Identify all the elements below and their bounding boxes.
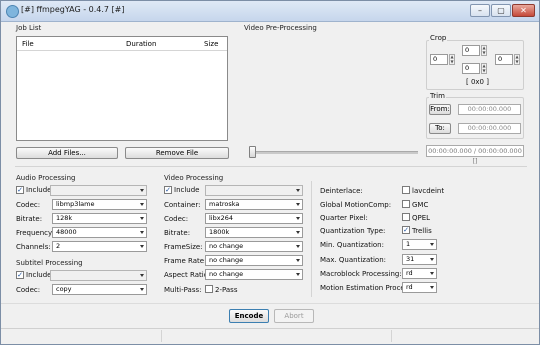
trellis-checkbox[interactable]: ✓ <box>402 226 410 234</box>
trim-to-field[interactable]: 00:00:00.000 <box>458 123 521 134</box>
macroblock-processing-combo[interactable]: rd <box>402 268 437 279</box>
audio-channels-label: Channels: <box>16 243 51 251</box>
video-include-label: Include <box>174 186 200 194</box>
global-motioncomp-label: Global MotionComp: <box>320 201 392 209</box>
video-pre-processing-group-label: Video Pre-Processing <box>244 24 317 32</box>
app-icon <box>6 5 19 18</box>
status-bar-sep-2 <box>391 330 392 342</box>
subtitle-include-combo[interactable] <box>50 270 147 281</box>
advanced-divider <box>311 181 312 297</box>
app-window: [#] ffmpegYAG - 0.4.7 [#] – ▢ ✕ Job List… <box>0 0 540 345</box>
crop-bottom-input[interactable]: 0 <box>462 63 480 74</box>
video-aspect-ratio-label: Aspect Ratio: <box>164 271 211 279</box>
trim-to-button[interactable]: To: <box>429 123 451 134</box>
audio-processing-group-label: Audio Processing <box>16 174 76 182</box>
close-button[interactable]: ✕ <box>512 4 535 17</box>
job-list-group-label: Job List <box>16 24 42 32</box>
audio-codec-combo[interactable]: libmp3lame <box>52 199 147 210</box>
subtitle-codec-label: Codec: <box>16 286 41 294</box>
video-framerate-label: Frame Rate: <box>164 257 207 265</box>
subtitle-include-checkbox[interactable]: ✓ <box>16 271 24 279</box>
gmc-checkbox[interactable] <box>402 200 410 208</box>
title-bar: [#] ffmpegYAG - 0.4.7 [#] – ▢ ✕ <box>1 1 539 22</box>
audio-include-label: Include <box>26 186 52 194</box>
crop-right-spinner[interactable]: ▲ ▼ <box>514 54 520 65</box>
column-size[interactable]: Size <box>204 40 218 48</box>
crop-left-input[interactable]: 0 <box>430 54 448 65</box>
max-quantization-label: Max. Quantization: <box>320 256 387 264</box>
job-list-header: File Duration Size <box>17 37 227 51</box>
status-bar-top <box>1 328 539 329</box>
audio-bitrate-label: Bitrate: <box>16 215 43 223</box>
min-quantization-label: Min. Quantization: <box>320 241 384 249</box>
time-display: 00:00:00.000 / 00:00:00.000 [] <box>426 145 524 165</box>
video-container-label: Container: <box>164 201 201 209</box>
audio-bitrate-combo[interactable]: 128k <box>52 213 147 224</box>
job-list-table[interactable]: File Duration Size <box>16 36 228 141</box>
window-title: [#] ffmpegYAG - 0.4.7 [#] <box>21 5 125 14</box>
remove-file-button[interactable]: Remove File <box>125 147 229 159</box>
subtitle-processing-group-label: Subtitel Processing <box>16 259 83 267</box>
audio-frequency-label: Frequency: <box>16 229 55 237</box>
trim-label: Trim <box>429 92 446 100</box>
quarter-pixel-label: Quarter Pixel: <box>320 214 368 222</box>
video-bitrate-combo[interactable]: 1800k <box>205 227 303 238</box>
minimize-button[interactable]: – <box>470 4 490 17</box>
deinterlace-label: Deinterlace: <box>320 187 363 195</box>
video-bitrate-label: Bitrate: <box>164 229 191 237</box>
quantization-type-label: Quantization Type: <box>320 227 386 235</box>
column-duration[interactable]: Duration <box>126 40 156 48</box>
trellis-label: Trellis <box>412 227 432 235</box>
section-divider <box>15 166 527 167</box>
video-framesize-label: FrameSize: <box>164 243 203 251</box>
motion-estimation-combo[interactable]: rd <box>402 282 437 293</box>
lavcdeint-label: lavcdeint <box>412 187 445 195</box>
video-aspect-ratio-combo[interactable]: no change <box>205 269 303 280</box>
video-codec-label: Codec: <box>164 215 189 223</box>
video-container-combo[interactable]: matroska <box>205 199 303 210</box>
multipass-label: Multi-Pass: <box>164 286 202 294</box>
video-codec-combo[interactable]: libx264 <box>205 213 303 224</box>
audio-include-combo[interactable] <box>50 185 147 196</box>
status-bar-sep-1 <box>161 330 162 342</box>
video-framesize-combo[interactable]: no change <box>205 241 303 252</box>
video-include-checkbox[interactable]: ✓ <box>164 186 172 194</box>
min-quantization-combo[interactable]: 1 <box>402 239 437 250</box>
twopass-checkbox[interactable] <box>205 285 213 293</box>
add-files-button[interactable]: Add Files... <box>16 147 118 159</box>
crop-left-spinner[interactable]: ▲ ▼ <box>449 54 455 65</box>
audio-channels-combo[interactable]: 2 <box>52 241 147 252</box>
gmc-label: GMC <box>412 201 429 209</box>
subtitle-codec-combo[interactable]: copy <box>52 284 147 295</box>
audio-include-checkbox[interactable]: ✓ <box>16 186 24 194</box>
qpel-checkbox[interactable] <box>402 213 410 221</box>
maximize-button[interactable]: ▢ <box>491 4 511 17</box>
video-processing-group-label: Video Processing <box>164 174 224 182</box>
footer-divider <box>1 303 539 304</box>
crop-top-input[interactable]: 0 <box>462 45 480 56</box>
macroblock-processing-label: Macroblock Processing: <box>320 270 402 278</box>
crop-label: Crop <box>429 34 448 42</box>
video-include-combo[interactable] <box>205 185 303 196</box>
preview-slider-track[interactable] <box>253 151 418 154</box>
subtitle-include-label: Include <box>26 271 52 279</box>
crop-top-spinner[interactable]: ▲ ▼ <box>481 45 487 56</box>
crop-result: [ 0x0 ] <box>466 78 489 86</box>
qpel-label: QPEL <box>412 214 431 222</box>
column-file[interactable]: File <box>22 40 34 48</box>
lavcdeint-checkbox[interactable] <box>402 186 410 194</box>
abort-button[interactable]: Abort <box>274 309 314 323</box>
video-framerate-combo[interactable]: no change <box>205 255 303 266</box>
max-quantization-combo[interactable]: 31 <box>402 254 437 265</box>
preview-slider-thumb[interactable] <box>249 146 256 158</box>
trim-from-field[interactable]: 00:00:00.000 <box>458 104 521 115</box>
trim-from-button[interactable]: From: <box>429 104 451 115</box>
audio-codec-label: Codec: <box>16 201 41 209</box>
twopass-label: 2-Pass <box>215 286 238 294</box>
encode-button[interactable]: Encode <box>229 309 269 323</box>
crop-right-input[interactable]: 0 <box>495 54 513 65</box>
audio-frequency-combo[interactable]: 48000 <box>52 227 147 238</box>
crop-bottom-spinner[interactable]: ▲ ▼ <box>481 63 487 74</box>
